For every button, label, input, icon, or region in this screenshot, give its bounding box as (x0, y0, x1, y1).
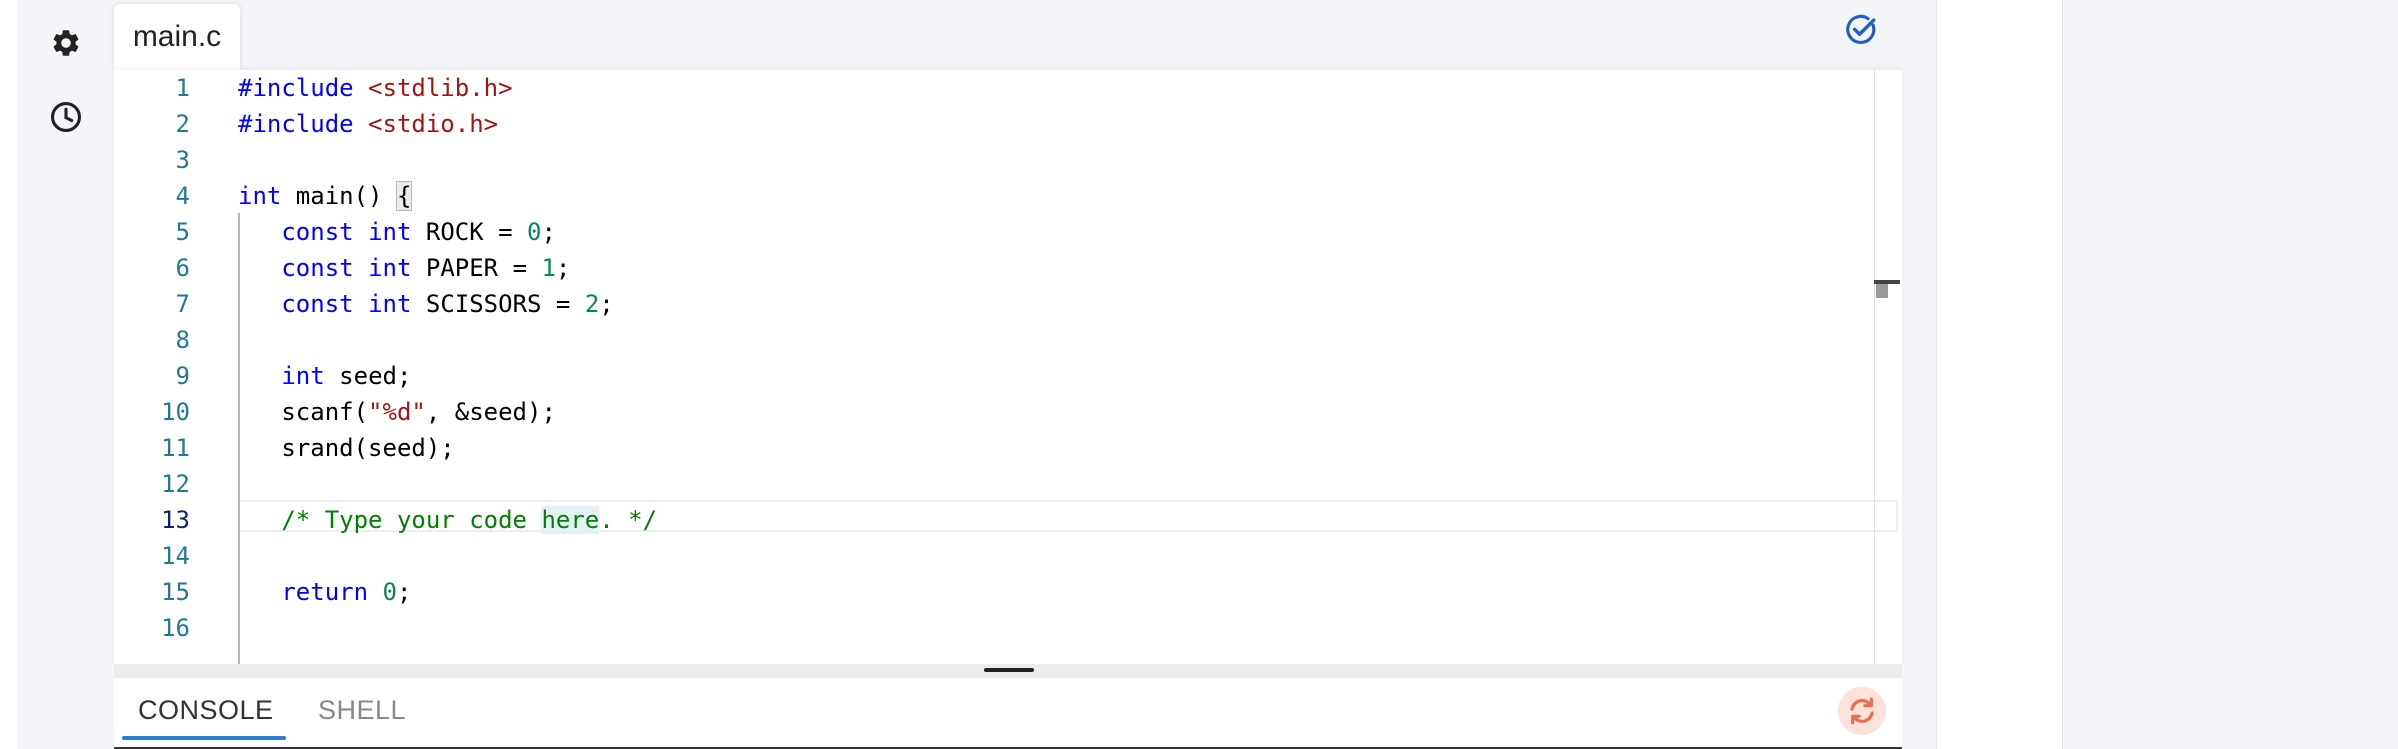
history-icon[interactable] (44, 95, 88, 139)
right-panel (1936, 0, 2063, 749)
console-panel: CONSOLE SHELL (114, 678, 1902, 749)
check-circle-glyph (1846, 14, 1876, 44)
file-tab-label: main.c (132, 20, 222, 53)
line-number-active: 13 (161, 506, 190, 534)
code-line: const int PAPER = 1; (281, 254, 571, 282)
clock-glyph (50, 101, 82, 133)
editor-scrollbar-track[interactable] (1874, 70, 1875, 664)
gear-icon[interactable] (44, 21, 88, 65)
line-number: 6 (175, 254, 190, 282)
sync-icon[interactable] (1838, 687, 1886, 735)
tab-console[interactable]: CONSOLE (138, 678, 274, 742)
line-number: 10 (161, 398, 190, 426)
code-line: int main() { (238, 181, 413, 211)
left-edge-strip (0, 0, 18, 749)
code-line: #include <stdio.h> (238, 110, 499, 138)
code-editor[interactable]: 1 2 3 4 5 6 7 8 9 10 11 12 13 14 15 16 #… (114, 70, 1902, 664)
code-line-active: /* Type your code here. */ (281, 506, 658, 534)
icon-rail (18, 0, 114, 749)
line-number: 5 (175, 218, 190, 246)
check-circle-icon[interactable] (1841, 10, 1881, 50)
line-number: 2 (175, 110, 190, 138)
line-number: 1 (175, 74, 190, 102)
far-right-panel (2062, 0, 2398, 749)
line-number: 12 (161, 470, 190, 498)
code-line: return 0; (281, 578, 412, 606)
code-line: scanf("%d", &seed); (238, 398, 556, 426)
code-line: int seed; (281, 362, 412, 390)
line-number: 14 (161, 542, 190, 570)
pane-splitter[interactable] (114, 664, 1902, 678)
gear-glyph (53, 30, 79, 56)
line-number: 11 (161, 434, 190, 462)
line-number: 15 (161, 578, 190, 606)
drag-handle[interactable] (984, 668, 1034, 672)
ide-panel: main.c 1 2 3 4 5 6 7 8 9 10 11 12 13 14 … (114, 0, 1902, 749)
code-line: const int ROCK = 0; (281, 218, 556, 246)
code-line: const int SCISSORS = 2; (281, 290, 614, 318)
code-line: srand(seed); (238, 434, 455, 462)
file-tab-main-c[interactable]: main.c (114, 4, 240, 70)
tab-shell[interactable]: SHELL (318, 678, 406, 742)
sync-glyph (1850, 697, 1874, 725)
file-tab-bar: main.c (114, 0, 1902, 70)
line-number: 16 (161, 614, 190, 642)
line-number: 7 (175, 290, 190, 318)
scrollbar-thumb[interactable] (1876, 284, 1888, 298)
active-tab-indicator (122, 736, 286, 740)
line-number: 4 (175, 182, 190, 210)
code-line: #include <stdlib.h> (238, 74, 513, 102)
line-number: 3 (175, 146, 190, 174)
line-number: 8 (175, 326, 190, 354)
line-number: 9 (175, 362, 190, 390)
